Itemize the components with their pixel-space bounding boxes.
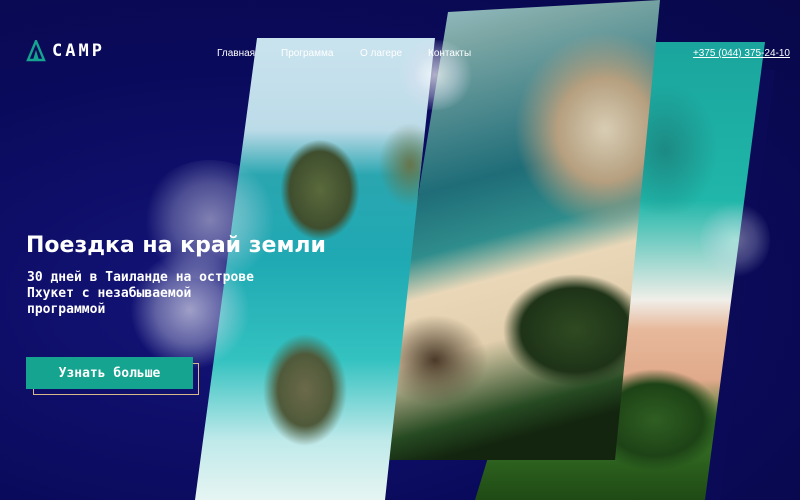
nav-item-contacts[interactable]: Контакты — [428, 48, 471, 59]
cloud-decoration — [700, 200, 770, 280]
nav-item-home[interactable]: Главная — [217, 48, 255, 59]
learn-more-button[interactable]: Узнать больше — [26, 357, 193, 389]
tent-icon — [26, 40, 46, 62]
logo[interactable]: CAMP — [26, 40, 105, 62]
nav-item-about[interactable]: О лагере — [360, 48, 402, 59]
hero-title: Поездка на край земли — [26, 233, 326, 258]
phone-link[interactable]: +375 (044) 375-24-10 — [693, 48, 790, 59]
cta-wrapper: Узнать больше — [26, 357, 201, 395]
hero-subtitle: 30 дней в Таиланде на острове Пхукет с н… — [27, 270, 254, 317]
logo-text: CAMP — [52, 41, 105, 61]
nav-item-program[interactable]: Программа — [281, 48, 333, 59]
